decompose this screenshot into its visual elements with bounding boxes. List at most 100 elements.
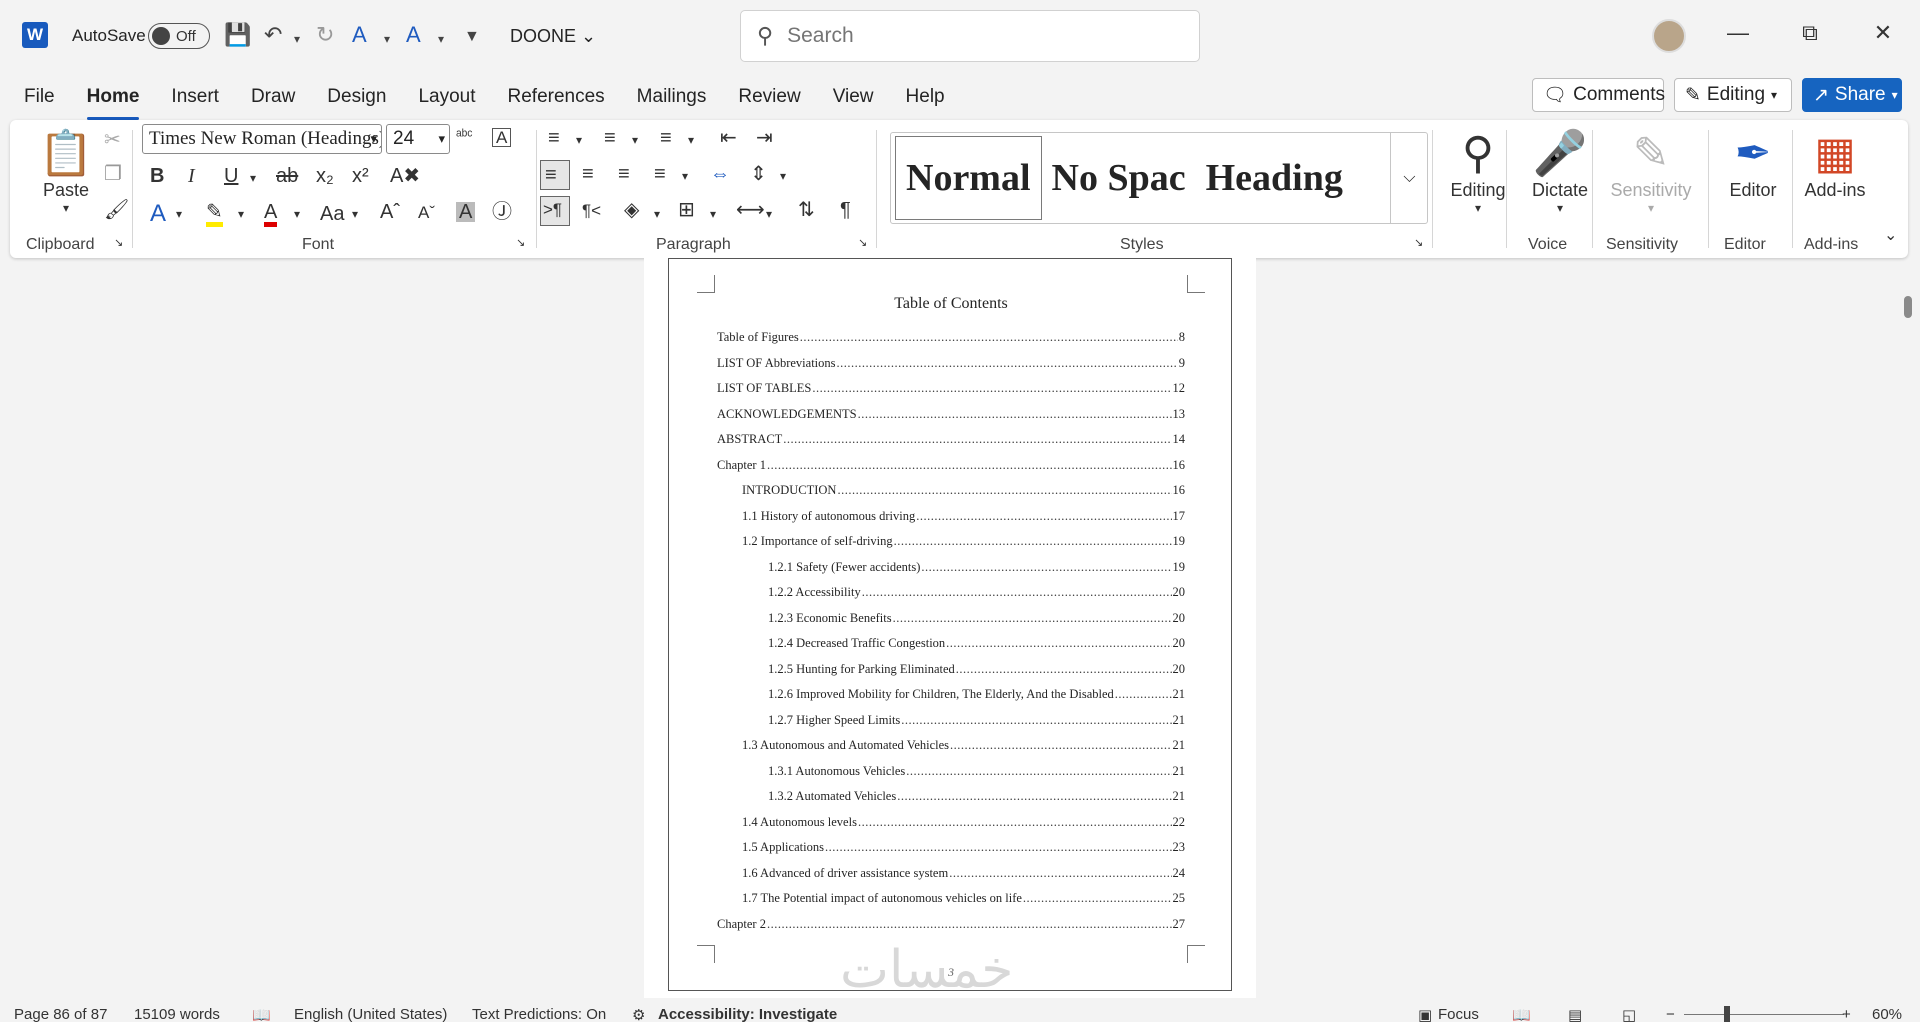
increase-indent-icon[interactable]: ⇥ [756,128,773,148]
paste-button[interactable]: 📋 Paste ▾ [30,128,102,215]
toc-entry[interactable]: Chapter 1 16 [717,453,1185,479]
subscript-icon[interactable]: x₂ [316,166,334,186]
chevron-down-icon[interactable]: ▾ [576,134,582,146]
toc-entry[interactable]: 1.7 The Potential impact of autonomous v… [717,886,1185,912]
multilevel-list-icon[interactable]: ≡ [660,128,672,148]
sensitivity-button[interactable]: ✎ Sensitivity ▾ [1596,128,1706,215]
document-page[interactable]: Table of Contents Table of Figures 8 LIST … [668,258,1232,991]
align-center-icon[interactable]: ≡ [582,164,594,184]
rtl-icon[interactable]: ¶< [582,202,601,219]
tab-mailings[interactable]: Mailings [633,84,711,114]
customize-toolbar-icon[interactable]: ▼ [464,28,480,46]
accessibility-status[interactable]: Accessibility: Investigate [658,1006,837,1022]
character-shading-icon[interactable]: A [456,202,476,222]
style-normal[interactable]: Normal [895,136,1042,220]
clear-formatting-icon[interactable]: A✖ [390,166,420,186]
toc-entry[interactable]: 1.2.7 Higher Speed Limits 21 [717,708,1185,734]
borders-icon[interactable]: ⊞ [678,200,695,220]
toc-entry[interactable]: 1.3.1 Autonomous Vehicles 21 [717,759,1185,785]
toc-entry[interactable]: ACKNOWLEDGEMENTS 13 [717,402,1185,428]
toc-entry[interactable]: 1.2.1 Safety (Fewer accidents) 19 [717,555,1185,581]
word-count[interactable]: 15109 words [134,1006,220,1022]
text-predictions[interactable]: Text Predictions: On [472,1006,606,1022]
proofing-icon[interactable]: 📖 [252,1006,271,1022]
toc-entry[interactable]: 1.3.2 Automated Vehicles 21 [717,784,1185,810]
zoom-slider[interactable] [1684,1014,1844,1015]
strikethrough-icon[interactable]: ab [276,166,298,186]
dictate-button[interactable]: 🎤 Dictate ▾ [1520,128,1600,215]
ltr-icon[interactable]: >¶ [540,196,570,226]
avatar[interactable] [1652,19,1686,53]
vertical-scrollbar[interactable] [1904,296,1912,318]
align-left-icon[interactable]: ≡ [540,160,570,190]
align-right-icon[interactable]: ≡ [618,164,630,184]
style-no-spacing[interactable]: No Spac [1042,136,1196,220]
redo-icon[interactable]: ↻ [316,22,334,48]
editor-button[interactable]: ✒ Editor [1712,128,1794,201]
editing-mode-button[interactable]: ✎ Editing ▾ [1674,78,1792,112]
toc-entry[interactable]: LIST OF Abbreviations 9 [717,351,1185,377]
search-input[interactable] [787,24,1168,48]
read-mode-icon[interactable]: 📖 [1512,1006,1531,1022]
distributed-icon[interactable]: ⇔ [710,164,730,184]
numbering-icon[interactable]: ≡ [604,128,616,148]
show-paragraph-marks-icon[interactable]: ¶ [840,200,851,220]
tab-draw[interactable]: Draw [247,84,299,114]
bullets-icon[interactable]: ≡ [548,128,560,148]
toc-entry[interactable]: Table of Figures 8 [717,325,1185,351]
chevron-down-icon[interactable]: ▾ [780,170,786,182]
chevron-down-icon[interactable]: ▾ [632,134,638,146]
toc-entry[interactable]: 1.4 Autonomous levels 22 [717,810,1185,836]
line-spacing-icon[interactable]: ⇕ [750,164,767,184]
font-case-icon[interactable]: Aa [320,204,344,224]
comments-button[interactable]: 🗨 Comments [1532,78,1665,112]
tab-design[interactable]: Design [323,84,390,114]
print-layout-icon[interactable]: ▤ [1568,1006,1582,1022]
asian-layout-icon[interactable]: ⟷ [736,200,765,220]
tab-layout[interactable]: Layout [414,84,479,114]
chevron-down-icon[interactable]: ▾ [294,208,300,220]
language[interactable]: English (United States) [294,1006,447,1022]
toc-entry[interactable]: 1.5 Applications 23 [717,835,1185,861]
search-box[interactable]: ⚲ [740,10,1200,62]
style-heading[interactable]: Heading [1196,136,1353,220]
styles-more-icon[interactable]: ⌵ [1390,132,1428,224]
chevron-down-icon[interactable]: ▾ [766,208,772,220]
chevron-down-icon[interactable]: ▾ [238,208,244,220]
focus-button[interactable]: Focus [1438,1006,1479,1022]
chevron-down-icon[interactable]: ▾ [352,208,358,220]
tab-references[interactable]: References [504,84,609,114]
font-color-icon[interactable]: A [264,202,278,227]
highlight-icon[interactable]: ✎ [206,202,223,227]
text-effects-icon[interactable]: A [150,202,166,226]
enclose-characters-icon[interactable]: Ⓙ [492,202,512,222]
chevron-down-icon[interactable]: ▾ [682,170,688,182]
autosave-toggle[interactable]: Off [148,23,210,49]
share-button[interactable]: ↗ Share ▾ [1802,78,1902,112]
tab-help[interactable]: Help [902,84,949,114]
copy-icon[interactable]: ❐ [104,164,122,184]
spelling-dropdown-icon[interactable]: ▾ [438,32,444,46]
toc-entry[interactable]: 1.2.5 Hunting for Parking Eliminated 20 [717,657,1185,683]
save-icon[interactable]: 💾 [224,22,251,48]
toc-entry[interactable]: Chapter 2 27 [717,912,1185,938]
font-style-icon[interactable]: A [352,22,367,48]
tab-review[interactable]: Review [734,84,804,114]
dialog-launcher-icon[interactable]: ↘ [114,238,123,249]
font-name-select[interactable]: Times New Roman (Headings) ▾ [142,124,382,154]
change-case-icon[interactable]: ᵃᵇᶜ [456,128,473,143]
toc-entry[interactable]: 1.2.2 Accessibility 20 [717,580,1185,606]
undo-dropdown-icon[interactable]: ▾ [294,32,300,46]
shrink-font-icon[interactable]: Aˇ [418,204,435,221]
font-size-select[interactable]: 24 ▾ [386,124,450,154]
decrease-indent-icon[interactable]: ⇤ [720,128,737,148]
tab-view[interactable]: View [829,84,878,114]
underline-icon[interactable]: U [224,166,238,186]
format-painter-icon[interactable]: 🖌 [104,200,129,220]
toc-entry[interactable]: 1.2.4 Decreased Traffic Congestion 20 [717,631,1185,657]
toc-entry[interactable]: ABSTRACT 14 [717,427,1185,453]
undo-icon[interactable]: ↶ [264,22,282,48]
dialog-launcher-icon[interactable]: ↘ [1414,238,1423,249]
chevron-down-icon[interactable]: ▾ [710,208,716,220]
shading-icon[interactable]: ◈ [624,200,639,220]
